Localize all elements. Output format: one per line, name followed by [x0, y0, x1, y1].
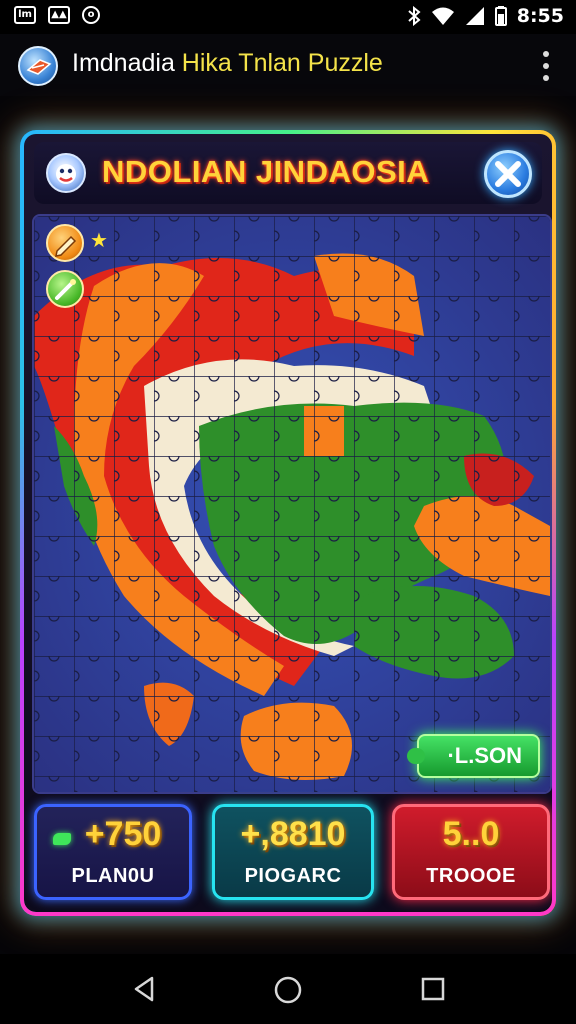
close-button[interactable] [484, 150, 532, 198]
hint-wand-button[interactable] [46, 270, 84, 308]
stat-label: PIOGARC [244, 865, 342, 887]
close-icon [495, 161, 521, 187]
stat-card-plan: +750 PLAN0U [34, 804, 192, 900]
stat-label: TROOOE [426, 865, 516, 887]
battery-icon [494, 6, 507, 26]
app-title: Imdnadia Hika Tnlan Puzzle [72, 49, 383, 78]
puzzle-map [34, 216, 550, 792]
wifi-icon [431, 7, 454, 25]
recents-icon[interactable] [418, 974, 448, 1004]
stat-value: 5..0 [442, 815, 500, 853]
clock: 8:55 [516, 5, 564, 27]
app-logo-icon [18, 46, 58, 86]
more-vert-icon[interactable] [542, 51, 550, 81]
game-header: NDOLIAN JINDAOSIA [34, 142, 542, 204]
mascot-emblem-icon [46, 153, 86, 193]
puzzle-board[interactable]: ★ ·L.SON [32, 214, 552, 794]
stat-label: PLAN0U [71, 865, 155, 887]
app-title-highlight: Hika Tnlan [181, 49, 301, 77]
status-left-icons: lm ▲▲ o [14, 6, 100, 24]
game-panel: NDOLIAN JINDAOSIA ★ ·L.SON +750 PLAN0U +… [20, 130, 556, 916]
hint-pencil-button[interactable] [46, 224, 84, 262]
stat-value: +,8810 [240, 815, 346, 853]
app-title-suffix: Puzzle [300, 49, 383, 77]
stat-card-progress: +,8810 PIOGARC [212, 804, 374, 900]
hint-pencil-icon [55, 235, 77, 257]
app-bar: Imdnadia Hika Tnlan Puzzle [0, 34, 576, 96]
notification-app-icon: lm [14, 6, 36, 24]
home-icon[interactable] [272, 974, 304, 1006]
image-icon: ▲▲ [48, 6, 70, 24]
hint-wand-icon [55, 279, 76, 300]
stat-card-trophy: 5..0 TROOOE [392, 804, 550, 900]
star-icon: ★ [90, 230, 108, 252]
circle-notification-icon: o [82, 6, 100, 24]
back-icon[interactable] [130, 974, 160, 1004]
status-right-icons: 8:55 [407, 5, 564, 27]
stats-row: +750 PLAN0U +,8810 PIOGARC 5..0 TROOOE [34, 804, 550, 902]
puzzle-title: NDOLIAN JINDAOSIA [102, 154, 430, 189]
lesson-button[interactable]: ·L.SON [407, 734, 540, 778]
stat-value: +750 [84, 815, 162, 853]
signal-icon [465, 7, 484, 25]
status-bar: lm ▲▲ o 8:55 [0, 0, 576, 34]
system-nav-bar [0, 954, 576, 1024]
app-title-part: Imdnadia [72, 49, 182, 77]
bluetooth-icon [408, 6, 421, 26]
